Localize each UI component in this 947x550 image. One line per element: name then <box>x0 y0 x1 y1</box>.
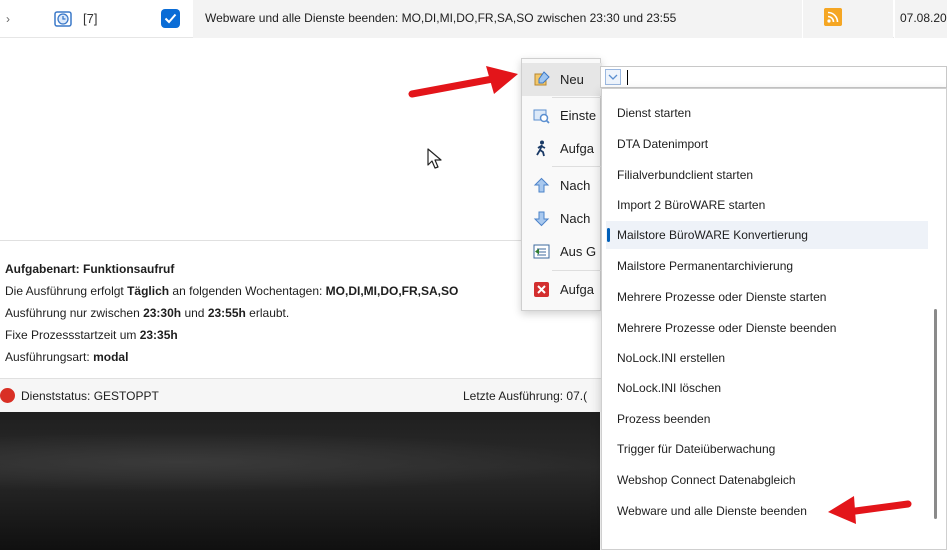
task-count: [7] <box>83 11 98 26</box>
last-run: Letzte Ausführung: 07.( <box>463 389 588 403</box>
menu-item-settings[interactable]: Einste <box>522 99 602 132</box>
menu-separator <box>552 166 602 167</box>
dropdown-option[interactable]: Mehrere Prozesse oder Dienste beenden <box>606 314 928 342</box>
function-dropdown-list[interactable]: Dienst starten DTA Datenimport Filialver… <box>601 88 947 550</box>
task-enabled-checkbox[interactable] <box>161 9 180 28</box>
run-task-icon <box>533 140 550 157</box>
stopped-status-icon <box>0 388 15 403</box>
execution-frequency: Die Ausführung erfolgt Täglich an folgen… <box>5 284 459 298</box>
menu-item-move-up[interactable]: Nach <box>522 169 602 202</box>
menu-item-remove-group[interactable]: Aus G <box>522 235 602 268</box>
menu-item-delete-task[interactable]: Aufga <box>522 273 602 306</box>
task-date: 07.08.20 <box>894 0 947 38</box>
dropdown-option[interactable]: Dienst starten <box>606 99 928 127</box>
execution-window: Ausführung nur zwischen 23:30h und 23:55… <box>5 306 290 320</box>
dropdown-option[interactable]: NoLock.INI erstellen <box>606 344 928 372</box>
task-details: Aufgabenart: Funktionsaufruf Die Ausführ… <box>5 258 525 368</box>
delete-task-icon <box>533 281 550 298</box>
move-down-icon <box>533 210 550 227</box>
menu-item-move-down[interactable]: Nach <box>522 202 602 235</box>
dropdown-toggle[interactable] <box>605 69 621 85</box>
dropdown-option[interactable]: Mehrere Prozesse oder Dienste starten <box>606 283 928 311</box>
scheduled-clock-icon <box>54 11 72 27</box>
dropdown-option[interactable]: Webshop Connect Datenabgleich <box>606 466 928 494</box>
dropdown-option[interactable]: Filialverbundclient starten <box>606 161 928 189</box>
move-up-icon <box>533 177 550 194</box>
dropdown-option[interactable]: NoLock.INI löschen <box>606 374 928 402</box>
rss-feed-icon[interactable] <box>824 8 842 26</box>
annotation-arrow-icon <box>828 496 912 524</box>
redacted-area <box>0 412 600 550</box>
dropdown-scrollbar[interactable] <box>934 309 937 519</box>
chevron-down-icon <box>608 74 618 80</box>
expand-chevron-icon[interactable]: › <box>6 12 10 26</box>
dropdown-option[interactable]: Trigger für Dateiüberwachung <box>606 435 928 463</box>
annotation-arrow-icon <box>408 66 518 98</box>
task-row[interactable]: › [7] Webware und alle Dienste beenden: … <box>0 0 947 38</box>
menu-separator <box>552 97 602 98</box>
service-status: Dienststatus: GESTOPPT <box>21 389 159 403</box>
remove-group-icon <box>533 243 550 260</box>
context-menu: Neu Einste Aufga Nach Nach Aus G Aufga <box>521 58 602 311</box>
text-caret <box>627 70 628 85</box>
execution-mode: Ausführungsart: modal <box>5 350 129 364</box>
menu-separator <box>552 270 602 271</box>
mouse-cursor-icon <box>427 148 442 169</box>
menu-item-run-task[interactable]: Aufga <box>522 132 602 165</box>
dropdown-option[interactable]: Import 2 BüroWARE starten <box>606 191 928 219</box>
dropdown-option[interactable]: Mailstore Permanentarchivierung <box>606 252 928 280</box>
feed-cell <box>802 0 893 38</box>
dropdown-option[interactable]: Prozess beenden <box>606 405 928 433</box>
settings-icon <box>533 107 550 124</box>
new-task-icon <box>533 71 550 88</box>
dropdown-option[interactable]: DTA Datenimport <box>606 130 928 158</box>
function-select[interactable] <box>600 66 947 88</box>
task-type-title: Aufgabenart: Funktionsaufruf <box>5 262 175 276</box>
dropdown-option-selected[interactable]: Mailstore BüroWARE Konvertierung <box>606 221 928 249</box>
task-description: Webware und alle Dienste beenden: MO,DI,… <box>193 0 802 38</box>
fixed-start-time: Fixe Prozessstartzeit um 23:35h <box>5 328 178 342</box>
menu-item-new[interactable]: Neu <box>522 63 602 96</box>
